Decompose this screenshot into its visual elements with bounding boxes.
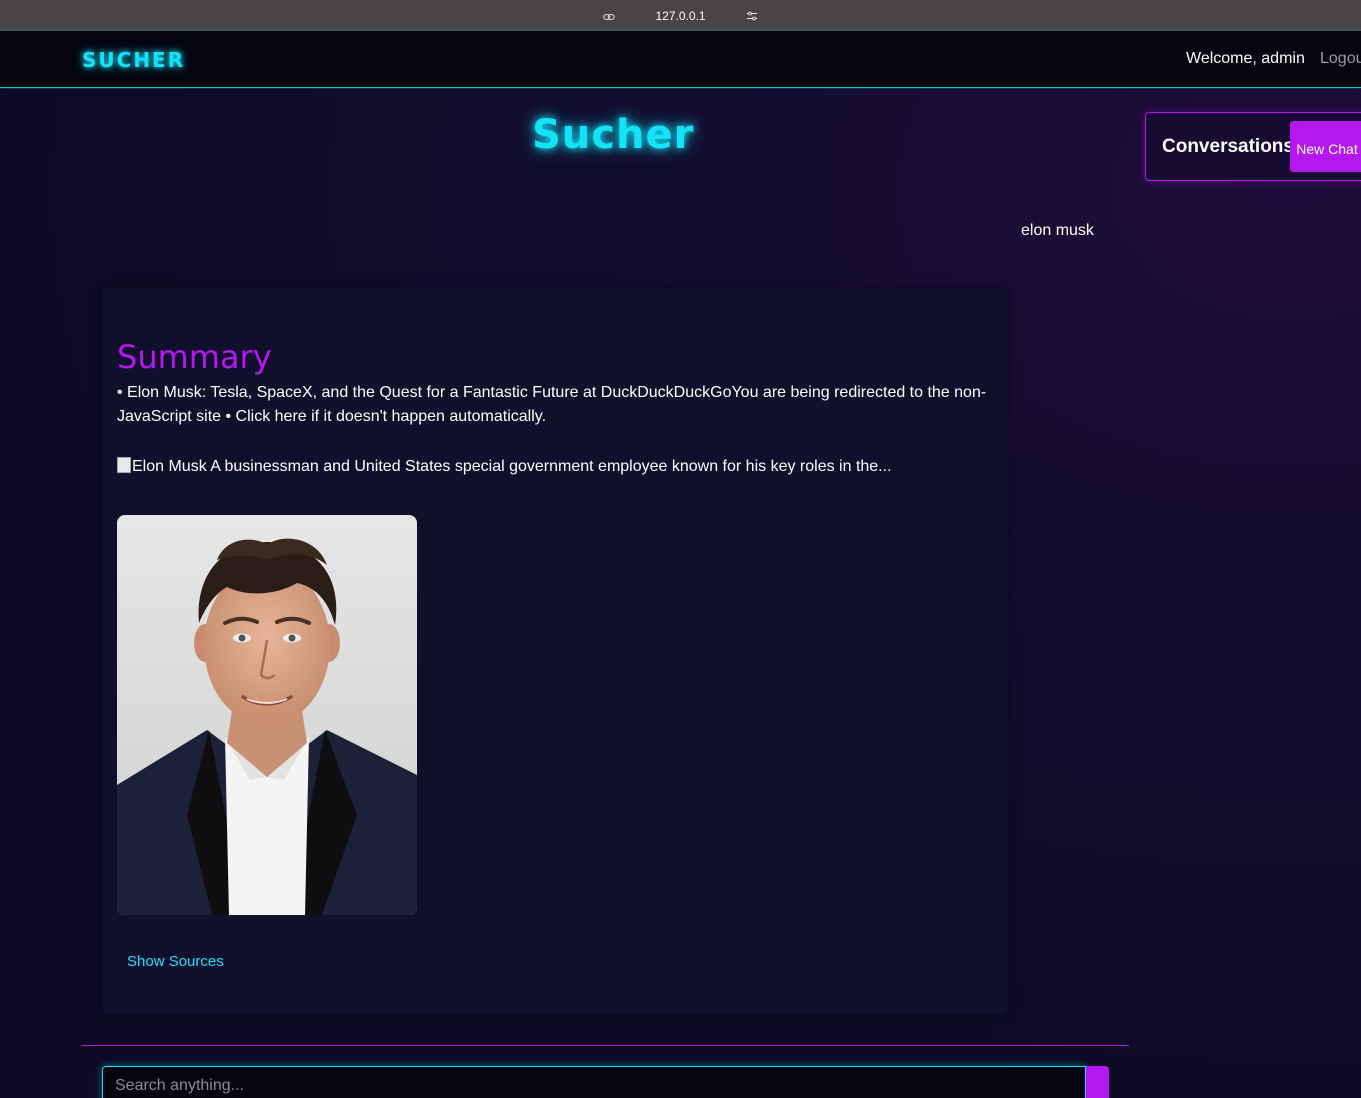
tune-icon[interactable] xyxy=(746,10,758,22)
logout-link[interactable]: Logout xyxy=(1320,50,1361,68)
search-input[interactable] xyxy=(102,1066,1086,1098)
page-title: Sucher xyxy=(532,112,695,158)
summary-text: • Elon Musk: Tesla, SpaceX, and the Ques… xyxy=(117,384,987,425)
broken-image-icon xyxy=(117,457,131,473)
brand-logo[interactable]: SUCHER xyxy=(82,48,185,72)
welcome-text: Welcome, admin xyxy=(1186,50,1305,67)
conversations-title: Conversations xyxy=(1162,136,1294,157)
broken-image-alt-text: Elon Musk A businessman and United State… xyxy=(117,455,987,479)
top-navigation: SUCHER Welcome, admin Logout xyxy=(0,31,1361,88)
conversations-panel: Conversations New Chat xyxy=(1145,112,1361,181)
user-query-message: elon musk xyxy=(1021,222,1094,239)
answer-card: Summary • Elon Musk: Tesla, SpaceX, and … xyxy=(102,288,1008,1015)
send-button[interactable] xyxy=(1086,1066,1109,1098)
input-divider xyxy=(82,1045,1129,1046)
link-icon xyxy=(603,13,616,20)
url-group: 127.0.0.1 xyxy=(603,9,757,23)
portrait-image xyxy=(117,515,417,915)
image-alt-text: Elon Musk A businessman and United State… xyxy=(132,458,892,475)
browser-address-bar: 127.0.0.1 xyxy=(0,0,1361,31)
portrait-illustration xyxy=(117,515,417,915)
summary-heading: Summary xyxy=(117,338,272,376)
main-content: Sucher Conversations New Chat elon musk … xyxy=(0,89,1361,1098)
show-sources-link[interactable]: Show Sources xyxy=(127,953,224,970)
new-chat-button[interactable]: New Chat xyxy=(1290,121,1361,172)
url-text[interactable]: 127.0.0.1 xyxy=(655,9,705,23)
